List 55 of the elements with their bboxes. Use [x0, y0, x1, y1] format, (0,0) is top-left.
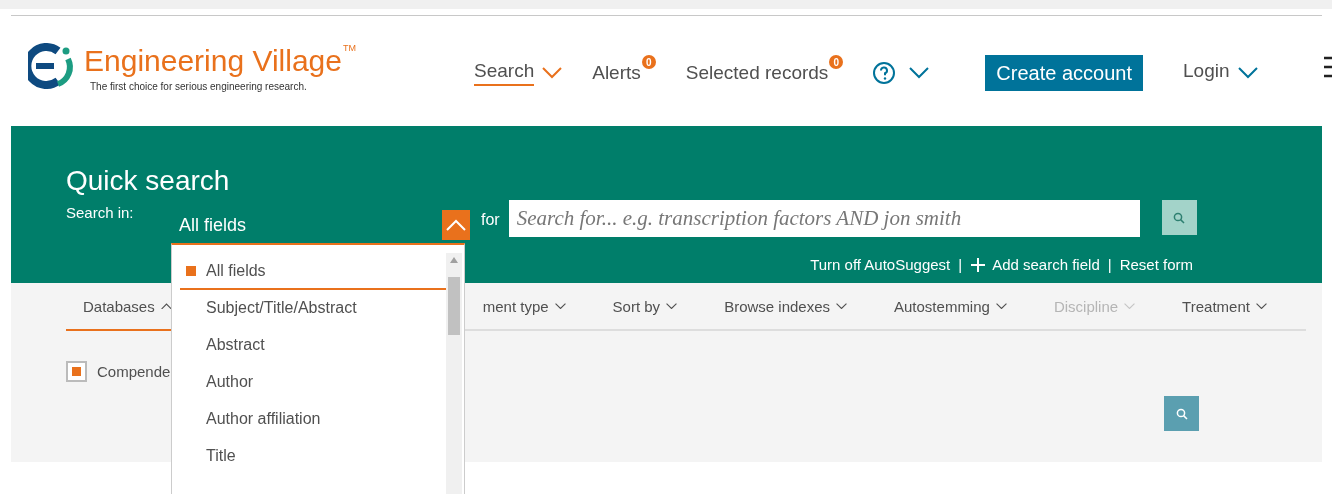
trademark: TM: [343, 42, 356, 53]
create-account-button[interactable]: Create account: [985, 55, 1143, 91]
search-icon: [1175, 407, 1188, 420]
dropdown-toggle[interactable]: [442, 210, 470, 240]
count-badge: 0: [641, 55, 656, 69]
scrollbar[interactable]: [446, 253, 462, 494]
chevron-down-icon: [1237, 67, 1258, 79]
link-label: Add search field: [992, 256, 1100, 273]
filter-tab[interactable]: Browse indexes: [707, 283, 864, 331]
chevron-icon: [1124, 302, 1136, 310]
filter-tab[interactable]: ment type: [465, 283, 583, 331]
nav-link[interactable]: Selected records: [685, 61, 829, 85]
help-icon: [873, 62, 896, 84]
count-badge: 0: [829, 55, 844, 69]
nav-menu-link[interactable]: Login: [1183, 60, 1258, 86]
plus-icon: [970, 256, 987, 273]
form-link[interactable]: Turn off AutoSuggest: [810, 256, 951, 273]
search-in-label: Search in:: [66, 204, 135, 221]
for-label: for: [481, 211, 500, 229]
chevron-icon: [554, 302, 566, 310]
search-button[interactable]: [1164, 396, 1199, 431]
search-field[interactable]: Search for... e.g. transcription factors AND jon smith: [508, 200, 1140, 237]
database-checkbox[interactable]: [66, 361, 87, 382]
dropdown-option[interactable]: Title: [180, 438, 446, 475]
separator: |: [1107, 256, 1112, 273]
separator: |: [958, 256, 963, 273]
dropdown-option[interactable]: Author: [180, 364, 446, 401]
chevron-icon: [1255, 302, 1267, 310]
chevron-down-icon: [909, 67, 930, 79]
nav-link[interactable]: Alerts: [592, 61, 641, 85]
filter-tab[interactable]: Autostemming: [877, 283, 1024, 331]
chevron-icon: [446, 219, 466, 231]
chevron-icon: [666, 302, 678, 310]
page-title: Quick search: [66, 164, 231, 198]
tagline: The first choice for serious engineering research.: [90, 80, 308, 92]
chevron-icon: [995, 302, 1007, 310]
dropdown-option[interactable]: Author affiliation: [180, 401, 446, 438]
form-link[interactable]: Reset form: [1119, 256, 1193, 273]
scroll-up-arrow-icon[interactable]: [450, 257, 458, 263]
brand-name: Engineering Village: [84, 42, 342, 79]
form-link[interactable]: Add search field: [970, 256, 1100, 273]
menu-icon[interactable]: [1324, 56, 1332, 78]
chevron-icon: [836, 302, 847, 310]
database-label: Compende: [97, 363, 171, 380]
help-menu[interactable]: [873, 62, 930, 84]
nav-menu-link[interactable]: Search: [474, 60, 563, 86]
filter-tab[interactable]: Treatment: [1165, 283, 1284, 331]
chevron-icon: [160, 302, 172, 310]
logo-icon: [28, 42, 76, 89]
search-icon: [1173, 211, 1186, 224]
field-select-value: All fields: [179, 215, 247, 237]
scroll-thumb[interactable]: [448, 277, 460, 335]
chevron-down-icon: [542, 67, 563, 79]
filter-tab[interactable]: Sort by: [595, 283, 695, 331]
search-button[interactable]: [1161, 200, 1197, 235]
